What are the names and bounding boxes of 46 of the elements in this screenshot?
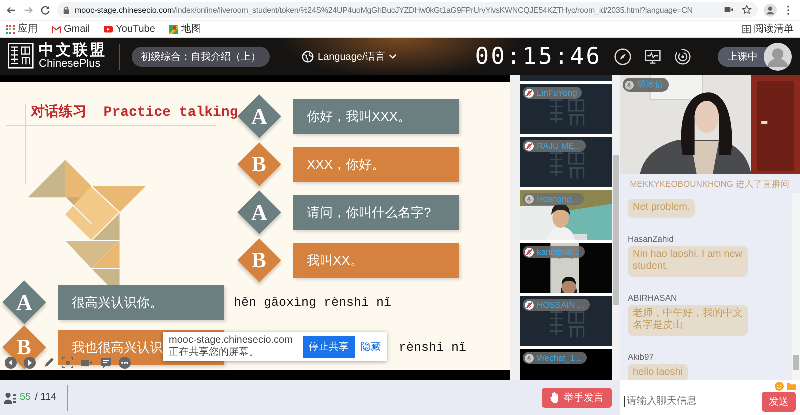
class-timer: 00:15:46: [475, 44, 602, 70]
participant-name: Hoangng...: [537, 194, 579, 204]
slide-title: 对话练习 Practice talking: [31, 103, 238, 121]
bookmark-link[interactable]: YouTube: [104, 24, 156, 34]
bookmark-link[interactable]: 地图: [169, 22, 202, 36]
chat-message: hello laoshi: [628, 364, 688, 380]
join-notice: MEKKYKEOBOUNKHONG 进入了直播间: [629, 178, 791, 191]
participant-name: Wechat_1...: [537, 353, 582, 363]
sender-name: ABIRHASAN: [628, 292, 678, 302]
dialog-bar: 你好，我叫XXX。: [293, 99, 459, 134]
video-tile[interactable]: Wechat_1...: [520, 349, 612, 380]
participant-name: HOSSAIN ...: [537, 300, 585, 310]
logo-subtitle: ChinesePlus: [39, 58, 102, 70]
reading-list-link[interactable]: 阅读清单: [742, 22, 794, 36]
teacher-name: 胡冰倩: [637, 79, 664, 91]
speaker-marker: B: [238, 142, 282, 186]
pinyin-text: hěn gāoxìng rènshi nǐ: [234, 296, 392, 310]
hide-link[interactable]: 隐藏: [361, 340, 381, 354]
chat-message: Net problem.: [628, 199, 696, 218]
sender-name: HasanZahid: [628, 234, 674, 244]
send-button[interactable]: 发送: [762, 392, 796, 412]
language-dropdown[interactable]: Language/语言: [296, 48, 404, 64]
speaker-marker: A: [238, 190, 282, 234]
participant-name: karimbilal...: [537, 247, 580, 257]
speaker-marker: A: [2, 280, 46, 324]
dialog-bar: 我叫XX。: [293, 243, 459, 278]
chat-message: Nin hao laoshi. I am new student.: [628, 246, 748, 276]
chat-message: 老师，中午好，我的中文名字是皮山: [628, 304, 748, 336]
dialog-bar: XXX，你好。: [293, 147, 459, 182]
total-count: / 114: [35, 392, 57, 403]
speaker-marker: A: [238, 94, 282, 138]
bookmark-link[interactable]: 应用: [6, 22, 38, 36]
raise-hand-button[interactable]: 举手发言: [542, 388, 612, 408]
speaker-marker: B: [238, 238, 282, 282]
bookmark-link[interactable]: Gmail: [52, 24, 90, 34]
online-count: 55: [20, 392, 32, 403]
pinyin-text: rènshi nǐ: [399, 340, 467, 354]
participant-name: LinFuYong: [537, 88, 578, 98]
dialog-bar: 很高兴认识你。: [58, 285, 224, 320]
address-bar[interactable]: mooc-stage.chinesecio.com/index/online/liveroom_student/token/%24S%24UP4uoMgGhBucJYZDHw0kGt1aG9FPrUrvYivsKWNCQJE54KZTHyc/room_id/2035.html?language=CN: [57, 2, 758, 18]
stop-sharing-button[interactable]: 停止共享: [303, 336, 355, 358]
participant-name: RAJU ME...: [537, 141, 582, 151]
logo-title: 中文联盟: [39, 42, 107, 59]
sender-name: Akib97: [628, 352, 654, 362]
course-title: 初级综合：自我介绍（上）: [132, 46, 270, 66]
dialog-bar: 请问，你叫什么名字?: [293, 195, 459, 230]
